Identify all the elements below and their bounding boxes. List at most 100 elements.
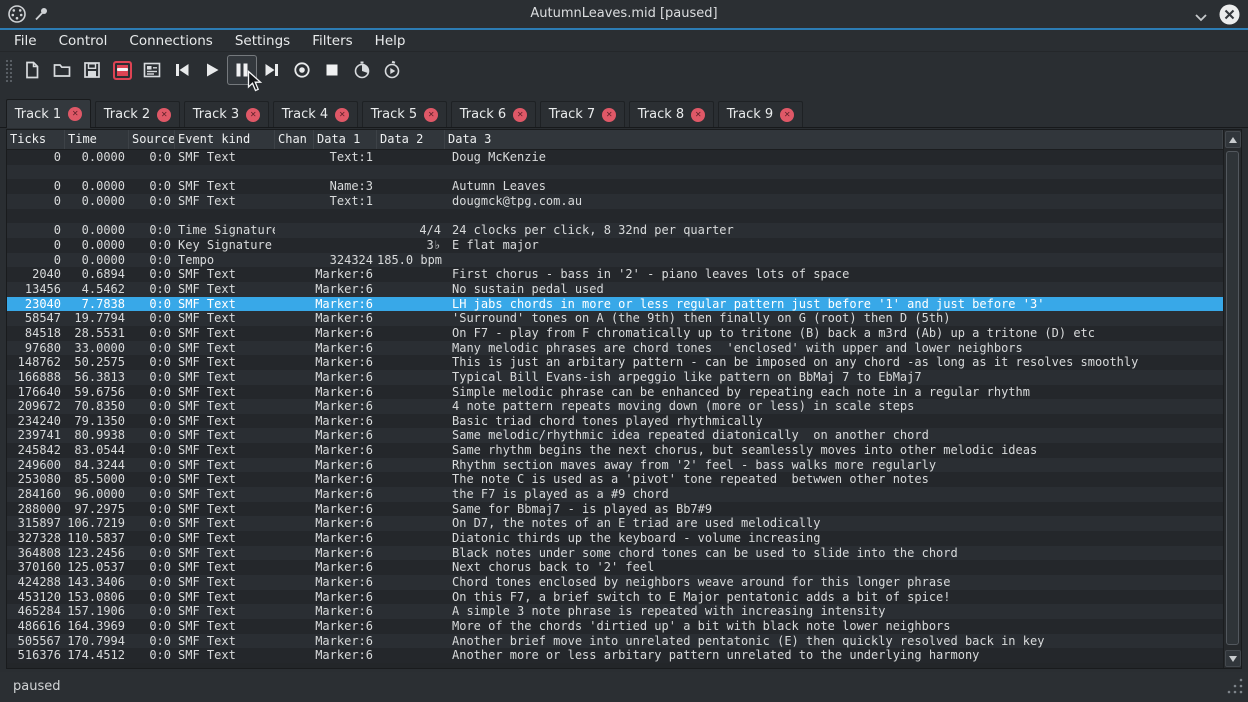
tab-close-icon[interactable]: ✕ — [335, 108, 349, 122]
vertical-scrollbar[interactable] — [1223, 130, 1241, 668]
menu-item-file[interactable]: File — [3, 31, 48, 51]
column-header-data-2[interactable]: Data 2 — [377, 130, 445, 149]
table-row[interactable]: 5854719.77940:0SMF TextMarker:6'Surround… — [7, 311, 1223, 326]
column-header-ticks[interactable]: Ticks — [7, 130, 65, 149]
event-log-button[interactable] — [137, 55, 167, 85]
menu-item-control[interactable]: Control — [48, 31, 119, 51]
column-header-event-kind[interactable]: Event kind — [175, 130, 275, 149]
skip-forward-button[interactable] — [257, 55, 287, 85]
cell — [377, 399, 445, 414]
tab-track-4[interactable]: Track 4✕ — [273, 101, 358, 127]
table-row[interactable]: 516376174.45120:0SMF TextMarker:6Another… — [7, 648, 1223, 663]
tab-close-icon[interactable]: ✕ — [513, 108, 527, 122]
table-row[interactable]: 315897106.72190:0SMF TextMarker:6On D7, … — [7, 516, 1223, 531]
table-row[interactable]: 24584283.05440:0SMF TextMarker:6Same rhy… — [7, 443, 1223, 458]
table-row[interactable]: 505567170.79940:0SMF TextMarker:6Another… — [7, 634, 1223, 649]
cell: 0:0 — [129, 355, 175, 370]
tab-close-icon[interactable]: ✕ — [691, 108, 705, 122]
tab-close-icon[interactable]: ✕ — [246, 108, 260, 122]
table-row[interactable]: 230407.78380:0SMF TextMarker:6LH jabs ch… — [7, 297, 1223, 312]
timer-start-button[interactable] — [377, 55, 407, 85]
tab-track-7[interactable]: Track 7✕ — [540, 101, 625, 127]
table-row[interactable]: 364808123.24560:0SMF TextMarker:6Black n… — [7, 546, 1223, 561]
table-row[interactable]: 23974180.99380:0SMF TextMarker:6Same mel… — [7, 428, 1223, 443]
tab-track-2[interactable]: Track 2✕ — [95, 101, 180, 127]
stop-button[interactable] — [317, 55, 347, 85]
column-header-chan[interactable]: Chan — [275, 130, 314, 149]
table-row[interactable]: 465284157.19060:0SMF TextMarker:6A simpl… — [7, 604, 1223, 619]
open-file-button[interactable] — [47, 55, 77, 85]
timer-button[interactable] — [347, 55, 377, 85]
record-button[interactable] — [287, 55, 317, 85]
table-row[interactable]: 28416096.00000:0SMF TextMarker:6the F7 i… — [7, 487, 1223, 502]
scrollbar-thumb[interactable] — [1226, 151, 1239, 645]
table-row[interactable]: 327328110.58370:0SMF TextMarker:6Diatoni… — [7, 531, 1223, 546]
table-row[interactable]: 24960084.32440:0SMF TextMarker:6Rhythm s… — [7, 458, 1223, 473]
cell: SMF Text — [175, 560, 275, 575]
table-row[interactable]: 00.00000:0Tempo324324185.0 bpm — [7, 253, 1223, 268]
table-row[interactable]: 424288143.34060:0SMF TextMarker:6Chord t… — [7, 575, 1223, 590]
table-row[interactable]: 00.00000:0SMF TextName:3Autumn Leaves — [7, 179, 1223, 194]
cell: 56.3813 — [65, 370, 129, 385]
table-row[interactable]: 28800097.29750:0SMF TextMarker:6Same for… — [7, 502, 1223, 517]
tab-close-icon[interactable]: ✕ — [424, 108, 438, 122]
cell: 0:0 — [129, 297, 175, 312]
menu-item-settings[interactable]: Settings — [224, 31, 301, 51]
table-row[interactable]: 16688856.38130:0SMF TextMarker:6Typical … — [7, 370, 1223, 385]
cell — [377, 531, 445, 546]
table-row[interactable]: 23424079.13500:0SMF TextMarker:6Basic tr… — [7, 414, 1223, 429]
pause-button[interactable] — [227, 55, 257, 85]
table-row[interactable]: 14876250.25750:0SMF TextMarker:6This is … — [7, 355, 1223, 370]
menu-item-help[interactable]: Help — [364, 31, 417, 51]
tab-track-8[interactable]: Track 8✕ — [629, 101, 714, 127]
skip-backward-button[interactable] — [167, 55, 197, 85]
column-header-source[interactable]: Source — [129, 130, 175, 149]
resize-grip[interactable] — [1225, 676, 1244, 699]
new-file-button[interactable] — [17, 55, 47, 85]
table-row[interactable] — [7, 209, 1223, 224]
shade-chevron-icon[interactable] — [1194, 8, 1208, 27]
table-row[interactable]: 453120153.08060:0SMF TextMarker:6On this… — [7, 590, 1223, 605]
table-row[interactable]: 20400.68940:0SMF TextMarker:6First choru… — [7, 267, 1223, 282]
table-row[interactable]: 20967270.83500:0SMF TextMarker:64 note p… — [7, 399, 1223, 414]
column-header-time[interactable]: Time — [65, 130, 129, 149]
tab-close-icon[interactable]: ✕ — [602, 108, 616, 122]
table-row[interactable]: 370160125.05370:0SMF TextMarker:6Next ch… — [7, 560, 1223, 575]
column-header-data-1[interactable]: Data 1 — [314, 130, 377, 149]
save-file-button[interactable] — [77, 55, 107, 85]
tab-close-icon[interactable]: ✕ — [780, 108, 794, 122]
table-row[interactable]: 17664059.67560:0SMF TextMarker:6Simple m… — [7, 385, 1223, 400]
scroll-down-button[interactable] — [1225, 650, 1241, 667]
cell — [275, 648, 314, 663]
table-row[interactable]: 00.00000:0Time Signature4/424 clocks per… — [7, 223, 1223, 238]
menu-item-filters[interactable]: Filters — [301, 31, 363, 51]
tab-close-icon[interactable]: ✕ — [157, 108, 171, 122]
scroll-up-button[interactable] — [1225, 131, 1241, 148]
table-row[interactable] — [7, 165, 1223, 180]
play-button[interactable] — [197, 55, 227, 85]
close-remove-button[interactable] — [107, 55, 137, 85]
table-row[interactable]: 00.00000:0Key Signature3♭E flat major — [7, 238, 1223, 253]
close-window-button[interactable] — [1219, 4, 1240, 29]
tab-track-9[interactable]: Track 9✕ — [718, 101, 803, 127]
cell: Simple melodic phrase can be enhanced by… — [445, 385, 1223, 400]
cell: Marker:6 — [314, 297, 377, 312]
cell: SMF Text — [175, 399, 275, 414]
table-row[interactable]: 486616164.39690:0SMF TextMarker:6More of… — [7, 619, 1223, 634]
toolbar-grip-handle[interactable] — [4, 58, 12, 82]
table-row[interactable]: 134564.54620:0SMF TextMarker:6No sustain… — [7, 282, 1223, 297]
tab-close-icon[interactable]: ✕ — [68, 107, 82, 121]
column-header-data-3[interactable]: Data 3 — [445, 130, 1223, 149]
tab-track-3[interactable]: Track 3✕ — [184, 101, 269, 127]
table-row[interactable]: 00.00000:0SMF TextText:1Doug McKenzie — [7, 150, 1223, 165]
tab-track-5[interactable]: Track 5✕ — [362, 101, 447, 127]
cell — [377, 385, 445, 400]
menu-item-connections[interactable]: Connections — [118, 31, 223, 51]
table-row[interactable]: 25308085.50000:0SMF TextMarker:6The note… — [7, 472, 1223, 487]
table-row[interactable]: 00.00000:0SMF TextText:1dougmck@tpg.com.… — [7, 194, 1223, 209]
tab-track-6[interactable]: Track 6✕ — [451, 101, 536, 127]
cell — [275, 253, 314, 268]
table-row[interactable]: 8451828.55310:0SMF TextMarker:6On F7 - p… — [7, 326, 1223, 341]
tab-track-1[interactable]: Track 1✕ — [6, 99, 91, 128]
table-row[interactable]: 9768033.00000:0SMF TextMarker:6Many melo… — [7, 341, 1223, 356]
